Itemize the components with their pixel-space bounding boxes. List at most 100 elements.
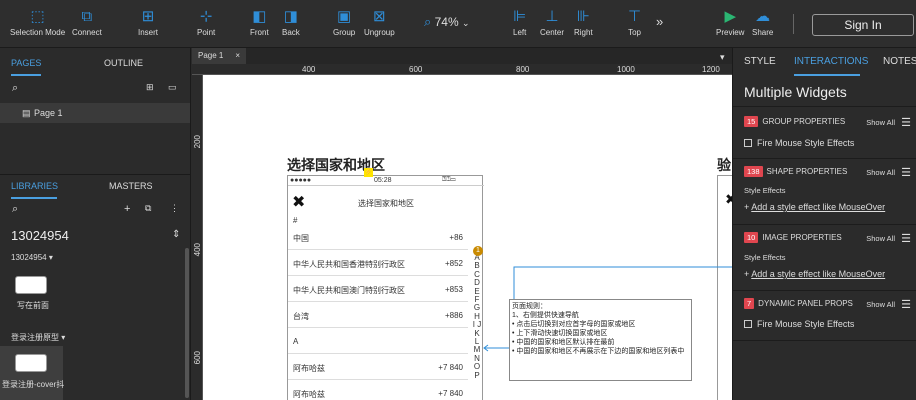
note-line: • 中国的国家和地区不再展示在下边的国家和地区列表中 xyxy=(512,348,685,355)
add-library-icon[interactable]: + xyxy=(124,203,130,215)
selection-mode-button[interactable]: ⬚ Selection Mode xyxy=(10,8,65,37)
align-center-button[interactable]: ⊥ Center xyxy=(540,8,564,37)
library-search-icon[interactable]: ⌕ xyxy=(12,203,18,216)
library-scrollbar[interactable] xyxy=(185,248,189,398)
library-folder-2[interactable]: 登录注册原型 ▾ xyxy=(11,332,65,343)
checkbox-label: Fire Mouse Style Effects xyxy=(757,319,855,329)
tab-notes[interactable]: NOTES xyxy=(883,56,916,67)
fire-mouse-style-checkbox[interactable]: Fire Mouse Style Effects xyxy=(744,319,854,329)
align-right-button[interactable]: ⊪ Right xyxy=(574,8,593,37)
divider xyxy=(733,158,916,159)
back-button[interactable]: ◨ Back xyxy=(282,8,300,37)
tab-masters[interactable]: MASTERS xyxy=(109,181,153,191)
menu-icon[interactable]: ☰ xyxy=(901,166,911,179)
zoom-icon: ⌕ xyxy=(424,14,432,29)
tab-outline[interactable]: OUTLINE xyxy=(104,58,143,68)
vertical-ruler: 200 400 600 xyxy=(192,75,203,400)
divider xyxy=(733,340,916,341)
page-rule-note[interactable]: 页面规则： 1、右侧提供快速导航 • 点击后切换到对应首字母的国家或地区 • 上… xyxy=(509,299,692,381)
group-button[interactable]: ▣ Group xyxy=(333,8,355,37)
align-top-button[interactable]: ⊤ Top xyxy=(628,8,641,37)
sign-in-button[interactable]: Sign In xyxy=(812,14,914,36)
section-label: IMAGE PROPERTIES xyxy=(762,233,842,242)
library-select-chevron-icon[interactable]: ⇕ xyxy=(172,229,180,240)
count-badge: 138 xyxy=(744,166,763,177)
library-item-thumbnail[interactable] xyxy=(15,276,47,294)
chevron-down-icon: ⌄ xyxy=(462,18,470,28)
section-label: SHAPE PROPERTIES xyxy=(766,167,848,176)
insert-button[interactable]: ⊞ Insert xyxy=(138,8,158,37)
divider xyxy=(733,106,916,107)
note-line: • 上下滑动快速切换国家或地区 xyxy=(512,330,608,337)
group-properties-section: 15 GROUP PROPERTIES Show All ☰ Fire Mouse… xyxy=(733,116,916,148)
ungroup-icon: ⊠ xyxy=(373,8,386,25)
align-right-icon: ⊪ xyxy=(576,8,590,25)
library-copy-icon[interactable]: ⧉ xyxy=(145,203,151,214)
add-style-effect-link[interactable]: + Add a style effect like MouseOver xyxy=(744,269,885,279)
show-all-button[interactable]: Show All xyxy=(866,234,895,243)
close-tab-icon[interactable]: × xyxy=(235,48,240,64)
tab-interactions[interactable]: INTERACTIONS xyxy=(794,56,868,67)
bring-front-icon: ◧ xyxy=(252,8,267,25)
library-folder-1[interactable]: 13024954 ▾ xyxy=(11,253,53,262)
connect-button[interactable]: ⧉ Connect xyxy=(72,8,102,37)
play-icon: ▶ xyxy=(724,8,736,25)
panel-title: Multiple Widgets xyxy=(744,84,847,100)
zoom-control[interactable]: ⌕ 74% ⌄ xyxy=(424,14,470,30)
pages-tabs: PAGES OUTLINE xyxy=(0,52,191,76)
more-button[interactable]: » xyxy=(656,14,663,29)
add-folder-icon[interactable]: ▭ xyxy=(168,82,177,93)
libraries-tabs: LIBRARIES MASTERS xyxy=(0,174,191,199)
design-canvas[interactable]: 选择国家和地区 验 ✖ ●●●●● 05:28 ⍰⍰▭ ⚡ ✖ 选择国家和地区 … xyxy=(203,75,732,400)
library-item-label: 写在前面 xyxy=(17,301,49,310)
add-style-effect-link[interactable]: + Add a style effect like MouseOver xyxy=(744,202,885,212)
ruler-label: 600 xyxy=(409,65,423,74)
tab-style[interactable]: STYLE xyxy=(744,56,776,67)
ruler-label: 400 xyxy=(302,65,316,74)
count-badge: 10 xyxy=(744,232,759,243)
active-lib-tab-indicator xyxy=(11,197,57,199)
align-center-icon: ⊥ xyxy=(545,8,559,25)
show-all-button[interactable]: Show All xyxy=(866,118,895,127)
fire-mouse-style-checkbox[interactable]: Fire Mouse Style Effects xyxy=(744,138,854,148)
search-icon[interactable]: ⌕ xyxy=(12,82,18,95)
page-item[interactable]: ▤ Page 1 xyxy=(0,103,190,123)
left-panel: PAGES OUTLINE ⌕ ⊞ ▭ ▤ Page 1 LIBRARIES M… xyxy=(0,48,191,400)
horizontal-ruler: 400 600 800 1000 1200 xyxy=(192,64,732,75)
dynamic-panel-section: 7 DYNAMIC PANEL PROPS Show All ☰ Fire Mou… xyxy=(733,298,916,329)
menu-icon[interactable]: ☰ xyxy=(901,232,911,245)
share-button[interactable]: ☁ Share xyxy=(752,8,773,37)
align-left-icon: ⊫ xyxy=(513,8,527,25)
active-rp-tab-indicator xyxy=(794,74,860,76)
canvas-menu-icon[interactable]: ▾ xyxy=(720,52,725,63)
ungroup-button[interactable]: ⊠ Ungroup xyxy=(364,8,395,37)
menu-icon[interactable]: ☰ xyxy=(901,298,911,311)
library-select[interactable]: 13024954 xyxy=(11,228,69,243)
front-button[interactable]: ◧ Front xyxy=(250,8,269,37)
image-properties-section: 10 IMAGE PROPERTIES Show All ☰ Style Effe… xyxy=(733,232,916,279)
show-all-button[interactable]: Show All xyxy=(866,300,895,309)
checkbox-label: Fire Mouse Style Effects xyxy=(757,138,855,148)
tab-page-1[interactable]: Page 1 × xyxy=(192,48,246,64)
link-label: Add a style effect like MouseOver xyxy=(751,202,886,212)
point-button[interactable]: ⊹ Point xyxy=(197,8,215,37)
count-badge: 7 xyxy=(744,298,755,309)
section-label: DYNAMIC PANEL PROPS xyxy=(758,299,853,308)
show-all-button[interactable]: Show All xyxy=(866,168,895,177)
right-panel: STYLE INTERACTIONS NOTES Multiple Widget… xyxy=(732,48,916,400)
note-line: • 点击后切换到对应首字母的国家或地区 xyxy=(512,321,636,328)
toolbar-divider xyxy=(793,14,794,34)
menu-icon[interactable]: ☰ xyxy=(901,116,911,129)
note-line: 1、右侧提供快速导航 xyxy=(512,312,579,319)
style-effects-label: Style Effects xyxy=(744,253,786,262)
selection-mode-icon: ⬚ xyxy=(30,8,45,25)
library-item-thumbnail-2 xyxy=(15,354,47,372)
tab-pages[interactable]: PAGES xyxy=(11,58,41,68)
add-page-icon[interactable]: ⊞ xyxy=(146,82,154,93)
align-left-button[interactable]: ⊫ Left xyxy=(513,8,526,37)
preview-button[interactable]: ▶ Preview xyxy=(716,8,744,37)
page-icon: ▤ xyxy=(22,108,31,118)
library-menu-icon[interactable]: ⋮ xyxy=(170,203,179,214)
tab-libraries[interactable]: LIBRARIES xyxy=(11,181,58,191)
shape-properties-section: 138 SHAPE PROPERTIES Show All ☰ Style Eff… xyxy=(733,166,916,212)
